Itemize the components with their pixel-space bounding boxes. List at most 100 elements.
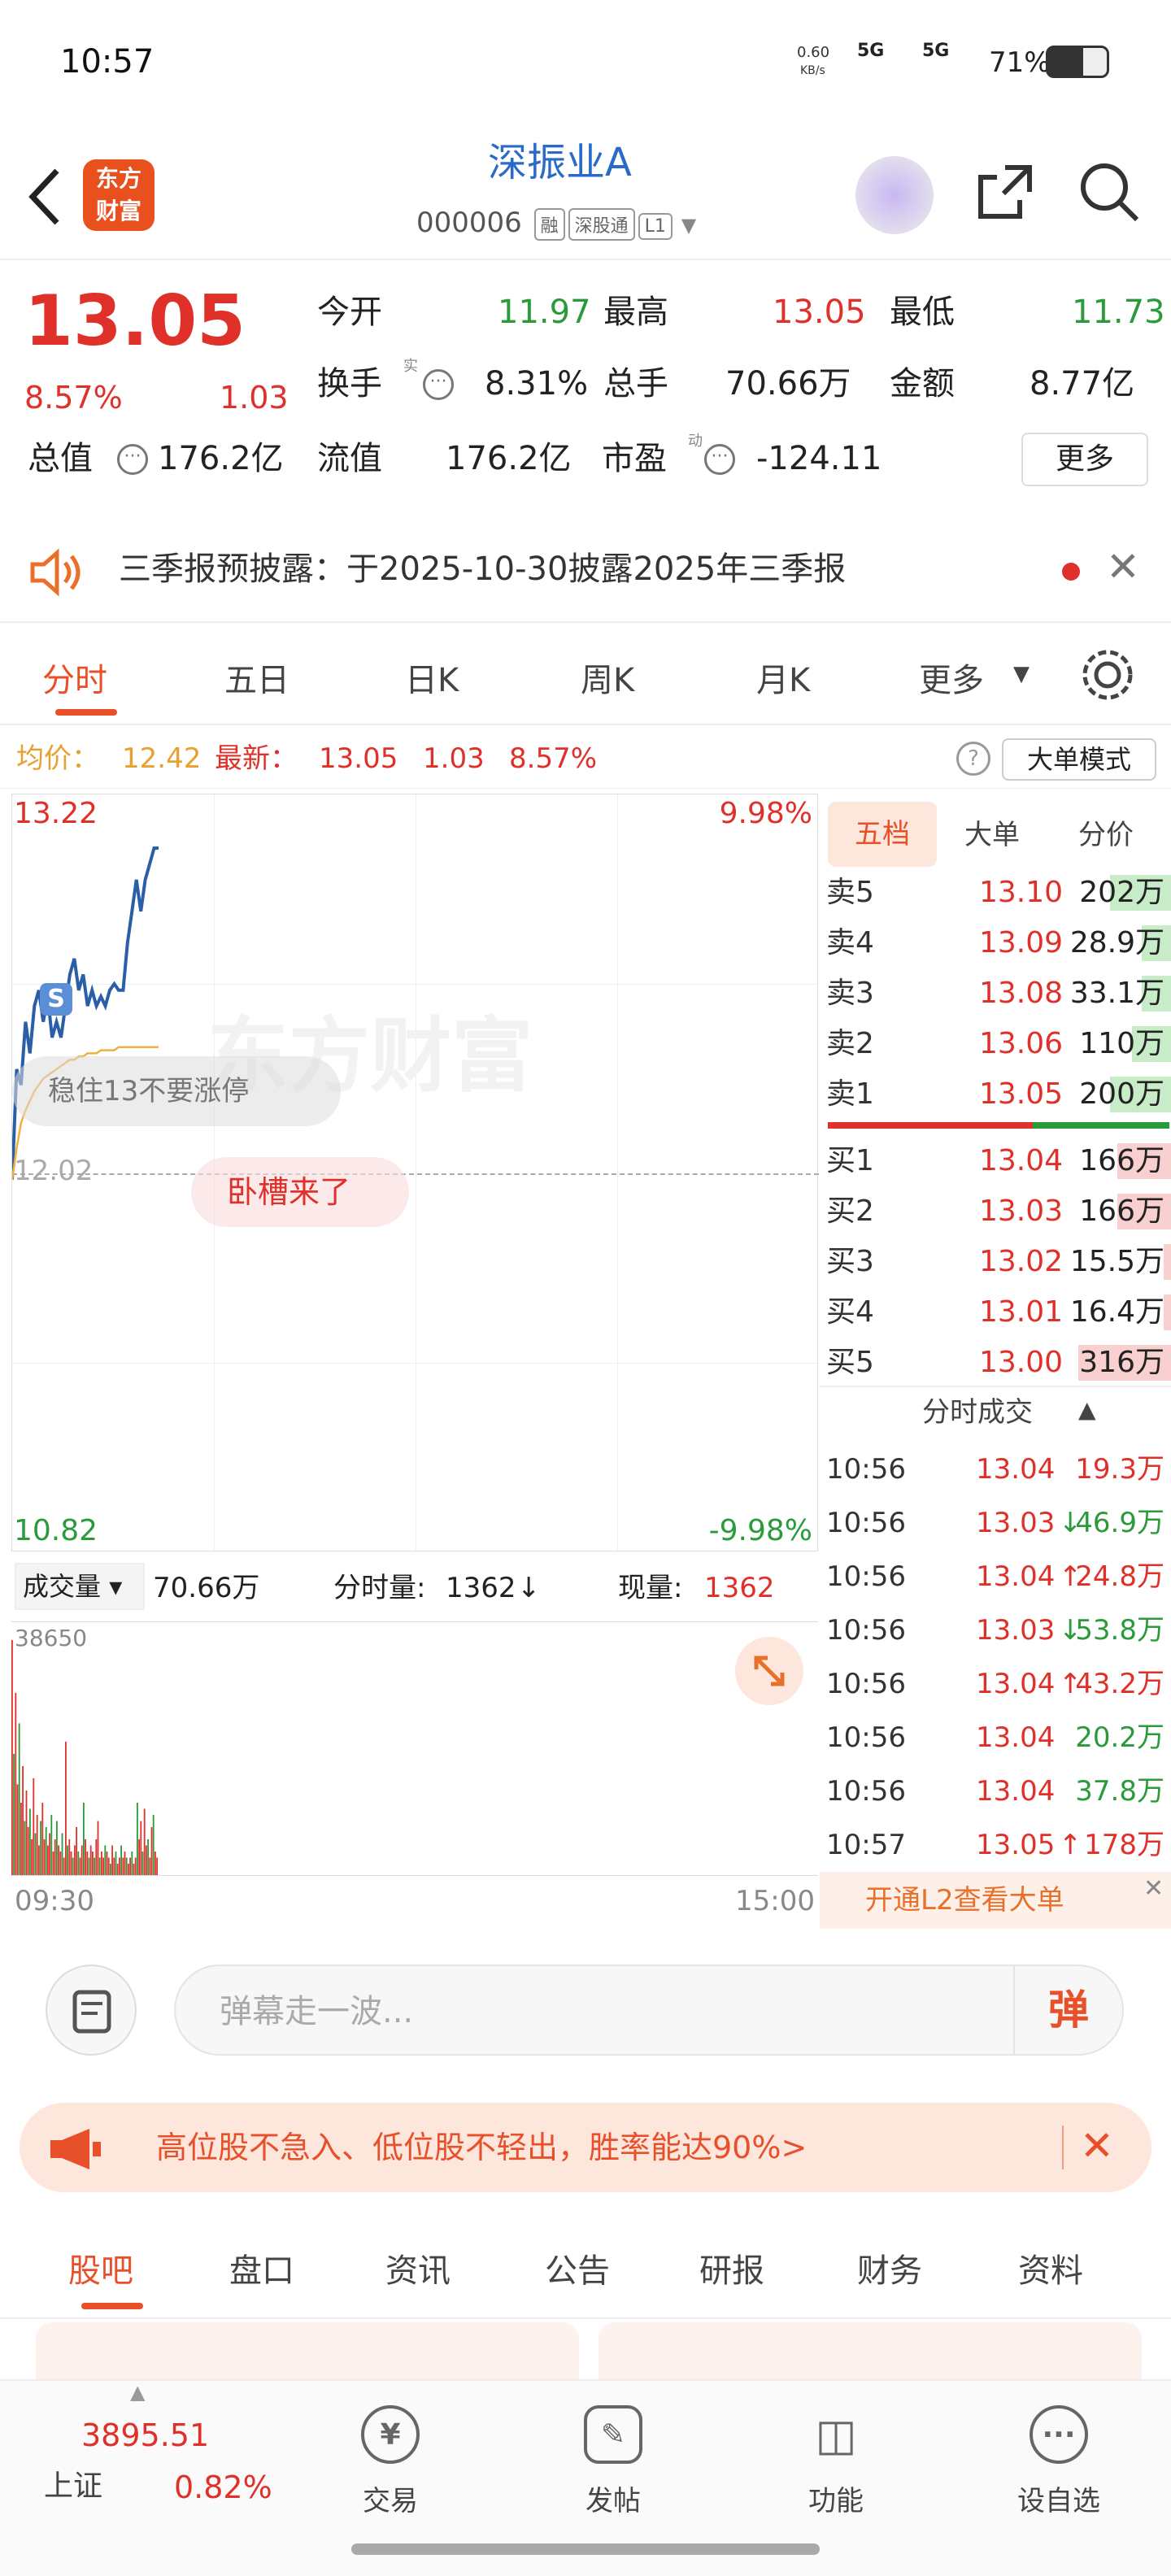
deal-row: 10:56 13.04 20.2万	[820, 1712, 1171, 1766]
bid-level-row[interactable]: 买5 13.00 316万	[820, 1337, 1171, 1390]
announcement-bar[interactable]: 三季报预披露：于2025-10-30披露2025年三季报 ✕	[0, 517, 1171, 623]
l2-banner[interactable]: 开通L2查看大单 ✕	[820, 1872, 1171, 1929]
promo-banner[interactable]: 高位股不急入、低位股不轻出，胜率能达90%> ✕	[20, 2103, 1151, 2192]
pe-value: -124.11	[756, 440, 882, 477]
ask-level-row[interactable]: 卖5 13.10 202万	[820, 867, 1171, 920]
volume-bar	[77, 1852, 80, 1876]
tab-daily-k[interactable]: 日K	[405, 654, 459, 701]
tab-price-levels[interactable]: 分价	[1078, 821, 1134, 849]
back-icon[interactable]	[24, 164, 65, 229]
tab-five-day[interactable]: 五日	[224, 654, 289, 701]
more-dots-icon: ···	[1030, 2405, 1088, 2464]
intraday-chart[interactable]: 东方财富 13.22 9.98% 12.02 10.82 -9.98% S 稳住…	[11, 794, 819, 1552]
sort-down-icon[interactable]: ↓	[517, 1574, 541, 1602]
current-volume-value: 1362	[704, 1572, 775, 1604]
volume-selector[interactable]: 成交量 ▾	[15, 1563, 145, 1610]
level-price: 13.04	[979, 1144, 1064, 1177]
content-tabs: 股吧 盘口 资讯 公告 研报 财务 资料	[0, 2208, 1171, 2319]
tab-monthly-k[interactable]: 月K	[756, 654, 810, 701]
deal-volume: 20.2万	[1075, 1721, 1164, 1754]
amount-label: 金额	[890, 365, 955, 402]
ask-level-row[interactable]: 卖4 13.09 28.9万	[820, 917, 1171, 971]
index-value[interactable]: 3895.51	[81, 2420, 209, 2451]
level-volume: 16.4万	[1069, 1295, 1164, 1329]
more-button[interactable]: 更多	[1021, 433, 1148, 486]
deals-header[interactable]: 分时成交	[922, 1399, 1033, 1426]
tab-guba[interactable]: 股吧	[68, 2244, 133, 2291]
close-icon[interactable]: ✕	[1143, 1877, 1164, 1901]
gear-icon[interactable]	[1078, 646, 1137, 704]
level-volume: 166万	[1079, 1144, 1164, 1177]
robot-avatar-icon[interactable]	[855, 156, 934, 234]
tab-big-orders[interactable]: 大单	[964, 821, 1020, 849]
bid-level-row[interactable]: 买4 13.01 16.4万	[820, 1286, 1171, 1340]
ask-level-row[interactable]: 卖2 13.06 110万	[820, 1018, 1171, 1072]
info-dots-icon[interactable]: ···	[704, 444, 735, 475]
open-label: 今开	[317, 294, 382, 331]
tab-intraday[interactable]: 分时	[42, 654, 107, 701]
close-icon[interactable]: ✕	[1080, 2126, 1114, 2166]
danmu-button[interactable]: 弹	[1013, 1966, 1122, 2054]
index-percent: 0.82%	[174, 2469, 272, 2505]
speaker-icon	[30, 548, 81, 597]
current-volume-label: 现量:	[618, 1572, 683, 1604]
nav-watchlist[interactable]: ··· 设自选	[1002, 2405, 1116, 2518]
nav-trade[interactable]: ¥ 交易	[333, 2405, 447, 2518]
turnover-value: 8.31%	[485, 365, 589, 402]
deal-price: 13.04	[976, 1775, 1056, 1808]
tab-five-levels[interactable]: 五档	[828, 802, 937, 867]
tab-notices[interactable]: 公告	[545, 2244, 610, 2291]
danmu-input[interactable]: 弹幕走一波... 弹	[174, 1965, 1124, 2056]
level-price: 13.06	[979, 1027, 1064, 1060]
search-icon[interactable]	[1077, 159, 1142, 224]
bid-level-row[interactable]: 买3 13.02 15.5万	[820, 1236, 1171, 1290]
close-icon[interactable]: ✕	[1106, 546, 1140, 587]
volume-bar	[25, 1791, 28, 1876]
tab-pankou[interactable]: 盘口	[229, 2244, 294, 2291]
tab-news[interactable]: 资讯	[385, 2244, 451, 2291]
volume-bar	[155, 1852, 156, 1876]
ask-level-row[interactable]: 卖3 13.08 33.1万	[820, 968, 1171, 1021]
sell-marker[interactable]: S	[40, 983, 72, 1016]
info-dots-icon[interactable]: ···	[117, 444, 148, 475]
deal-volume: 46.9万	[1075, 1507, 1164, 1539]
share-icon[interactable]	[973, 159, 1038, 224]
chevron-up-icon[interactable]: ▲	[130, 2382, 145, 2402]
volume-bar	[76, 1827, 77, 1876]
tab-weekly-k[interactable]: 周K	[581, 654, 634, 701]
bid-level-row[interactable]: 买1 13.04 166万	[820, 1135, 1171, 1189]
stock-name: 深振业A	[488, 140, 632, 185]
volume-bar	[50, 1815, 53, 1876]
big-order-mode-button[interactable]: 大单模式	[1002, 738, 1156, 781]
note-icon[interactable]	[46, 1965, 137, 2056]
help-icon[interactable]: ?	[956, 742, 990, 776]
level-label: 卖2	[826, 1027, 874, 1060]
market-cap-label: 总值	[28, 440, 93, 477]
ask-level-row[interactable]: 卖1 13.05 200万	[820, 1068, 1171, 1122]
tab-profile[interactable]: 资料	[1018, 2244, 1083, 2291]
pe-label: 市盈	[602, 440, 667, 477]
status-time: 10:57	[60, 43, 155, 80]
net-unit: KB/s	[800, 64, 825, 77]
tab-research[interactable]: 研报	[699, 2244, 764, 2291]
buy-sell-ratio-bar	[828, 1122, 1169, 1129]
app-logo[interactable]: 东方 财富	[83, 159, 155, 231]
volume-bar	[18, 1723, 20, 1876]
nav-functions[interactable]: ◫ 功能	[779, 2405, 893, 2518]
expand-icon[interactable]	[735, 1637, 803, 1705]
post-card-preview[interactable]	[599, 2322, 1142, 2379]
danmu-placeholder: 弹幕走一波...	[220, 1993, 414, 2030]
chevron-down-icon[interactable]: ▼	[1013, 664, 1030, 685]
volume-bar	[38, 1845, 40, 1876]
post-card-preview[interactable]	[36, 2322, 579, 2379]
tab-more[interactable]: 更多	[919, 654, 984, 701]
nav-post[interactable]: ✎ 发帖	[556, 2405, 670, 2518]
volume-bar	[134, 1857, 137, 1876]
chevron-down-icon[interactable]: ▼	[681, 214, 696, 237]
chevron-up-icon[interactable]: ▲	[1078, 1399, 1096, 1421]
volume-bar	[79, 1857, 81, 1876]
bid-level-row[interactable]: 买2 13.03 166万	[820, 1186, 1171, 1239]
info-dots-icon[interactable]: ···	[423, 369, 454, 400]
volume-bar	[24, 1821, 26, 1876]
tab-finance[interactable]: 财务	[857, 2244, 922, 2291]
